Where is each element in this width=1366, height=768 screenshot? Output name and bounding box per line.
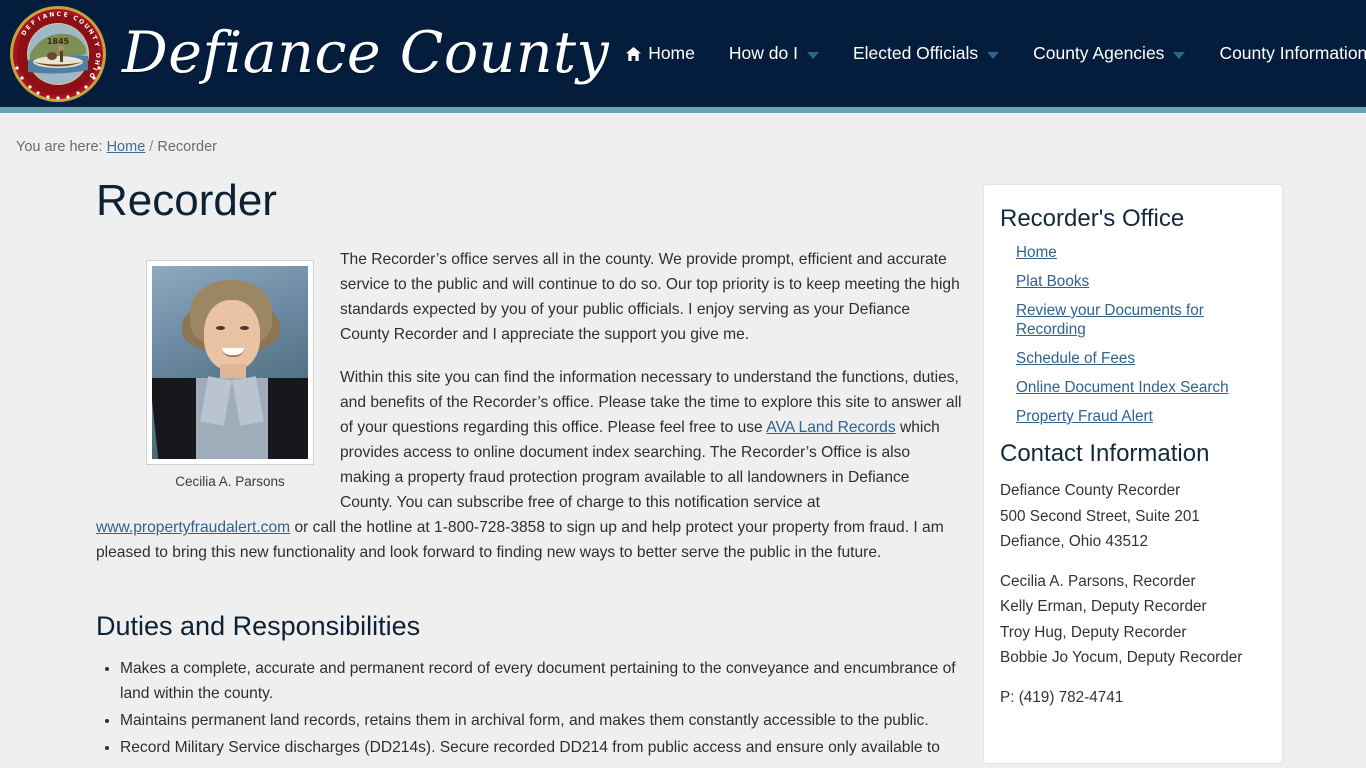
nav-label-county-agencies: County Agencies xyxy=(1033,43,1165,63)
home-icon xyxy=(626,46,642,61)
site-brand[interactable]: 1845 D E F I A N C E C O U N T Y O H I O… xyxy=(0,4,609,104)
nav-label-home: Home xyxy=(648,43,695,63)
breadcrumb-current: Recorder xyxy=(157,139,217,155)
svg-text:O: O xyxy=(94,52,101,57)
list-item: Online Document Index Search xyxy=(1016,378,1266,397)
list-item: Plat Books xyxy=(1016,272,1266,291)
main-content: Recorder Cecilia A. Parsons The Recorder… xyxy=(0,155,983,762)
list-item: Makes a complete, accurate and permanent… xyxy=(120,656,963,706)
recorder-portrait-image xyxy=(152,266,308,460)
contact-staff-line-3: Troy Hug, Deputy Recorder xyxy=(1000,623,1187,641)
nav-item-home[interactable]: Home xyxy=(609,34,712,74)
contact-staff-line-2: Kelly Erman, Deputy Recorder xyxy=(1000,598,1207,615)
sidebar-item-online-document-index-search[interactable]: Online Document Index Search xyxy=(1016,379,1229,396)
property-fraud-alert-link[interactable]: www.propertyfraudalert.com xyxy=(96,519,290,536)
nav-item-elected-officials[interactable]: Elected Officials xyxy=(836,34,1016,74)
list-item: Home xyxy=(1016,243,1266,262)
portrait-frame xyxy=(146,260,314,466)
duties-heading: Duties and Responsibilities xyxy=(96,611,421,642)
list-item: Maintains permanent land records, retain… xyxy=(120,708,963,733)
breadcrumb-separator: / xyxy=(149,139,154,155)
portrait-caption: Cecilia A. Parsons xyxy=(175,474,285,490)
chevron-down-icon xyxy=(806,51,819,59)
breadcrumb: You are here: Home / Recorder xyxy=(0,113,1366,155)
breadcrumb-prefix: You are here: xyxy=(16,139,103,155)
main-navigation: Home How do I Elected Officials County A… xyxy=(609,34,1366,74)
page-title: Recorder xyxy=(96,176,277,225)
contact-phone: P: (419) 782-4741 xyxy=(1000,685,1266,711)
duties-list: Makes a complete, accurate and permanent… xyxy=(96,656,963,760)
svg-text:C: C xyxy=(56,10,61,17)
contact-information-title: Contact Information xyxy=(1000,440,1210,467)
sidebar-item-schedule-of-fees[interactable]: Schedule of Fees xyxy=(1016,350,1135,367)
contact-staff-line-1: Cecilia A. Parsons, Recorder xyxy=(1000,572,1196,590)
list-item: Property Fraud Alert xyxy=(1016,407,1266,426)
nav-label-county-information: County Information xyxy=(1219,43,1366,63)
svg-text:1845: 1845 xyxy=(47,37,70,46)
list-item: Review your Documents for Recording xyxy=(1016,301,1266,339)
chevron-down-icon xyxy=(1173,51,1186,59)
breadcrumb-link-home[interactable]: Home xyxy=(107,139,146,155)
nav-label-how-do-i: How do I xyxy=(728,43,798,63)
chevron-down-icon xyxy=(987,51,1000,59)
sidebar-item-plat-books[interactable]: Plat Books xyxy=(1016,273,1089,290)
contact-staff-line-4: Bobbie Jo Yocum, Deputy Recorder xyxy=(1000,649,1243,666)
site-title: Defiance County xyxy=(122,20,610,86)
sidebar-item-property-fraud-alert[interactable]: Property Fraud Alert xyxy=(1016,408,1153,425)
nav-item-county-information[interactable]: County Information xyxy=(1202,34,1366,74)
contact-address-line-2: 500 Second Street, Suite 201 xyxy=(1000,507,1200,525)
sidebar-link-list: Home Plat Books Review your Documents fo… xyxy=(1000,243,1266,426)
list-item: Record Military Service discharges (DD21… xyxy=(120,735,963,760)
sidebar: Recorder's Office Home Plat Books Review… xyxy=(983,184,1283,764)
nav-label-elected-officials: Elected Officials xyxy=(852,43,979,63)
contact-phone-value: P: (419) 782-4741 xyxy=(1000,688,1124,706)
list-item: Schedule of Fees xyxy=(1016,349,1266,368)
sidebar-item-home[interactable]: Home xyxy=(1016,244,1057,261)
contact-address-line-1: Defiance County Recorder xyxy=(1000,482,1181,499)
contact-address: Defiance County Recorder 500 Second Stre… xyxy=(1000,478,1266,555)
sidebar-item-review-documents[interactable]: Review your Documents for Recording xyxy=(1016,302,1204,338)
nav-item-county-agencies[interactable]: County Agencies xyxy=(1016,34,1202,74)
contact-staff: Cecilia A. Parsons, Recorder Kelly Erman… xyxy=(1000,569,1266,671)
ava-land-records-link[interactable]: AVA Land Records xyxy=(766,419,895,436)
county-seal-icon: 1845 D E F I A N C E C O U N T Y O H I O xyxy=(8,4,108,104)
site-header: 1845 D E F I A N C E C O U N T Y O H I O… xyxy=(0,0,1366,113)
sidebar-title: Recorder's Office xyxy=(1000,205,1185,232)
nav-item-how-do-i[interactable]: How do I xyxy=(712,34,836,74)
intro-block: Cecilia A. Parsons The Recorder’s office… xyxy=(96,247,963,583)
page-layout: Recorder Cecilia A. Parsons The Recorder… xyxy=(0,155,1366,764)
contact-address-line-3: Defiance, Ohio 43512 xyxy=(1000,533,1148,550)
recorder-portrait-figure: Cecilia A. Parsons xyxy=(146,260,314,489)
